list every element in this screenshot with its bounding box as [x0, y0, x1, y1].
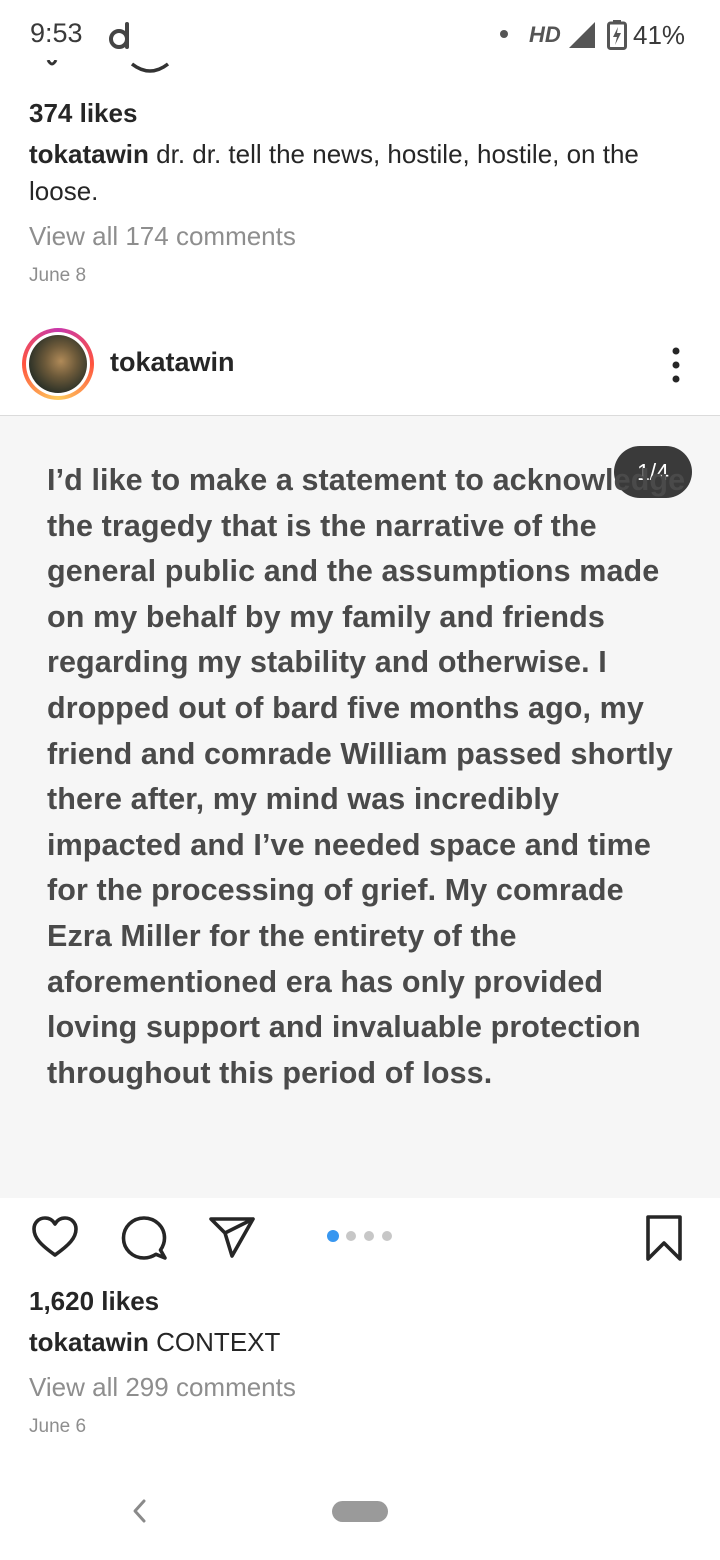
battery-percent: 41% — [633, 20, 686, 50]
comment-icon[interactable] — [120, 1214, 168, 1262]
post-username[interactable]: tokatawin — [110, 347, 235, 378]
post-likes[interactable]: 1,620 likes — [29, 1283, 159, 1320]
carousel-dot-3 — [364, 1231, 374, 1241]
previous-post-action-icons — [46, 60, 170, 73]
carousel-indicator — [327, 1230, 397, 1243]
caption-username[interactable]: tokatawin — [29, 139, 149, 169]
send-icon[interactable] — [208, 1214, 256, 1262]
status-time: 9:53 — [30, 18, 83, 48]
post-caption: tokatawin CONTEXT — [29, 1324, 689, 1361]
back-icon[interactable] — [128, 1495, 152, 1527]
statement-text: I’d like to make a statement to acknowle… — [47, 463, 686, 1090]
caption-text: CONTEXT — [156, 1327, 281, 1357]
bookmark-icon[interactable] — [640, 1214, 688, 1262]
story-ring[interactable] — [22, 328, 94, 400]
battery-icon — [607, 20, 627, 50]
carousel-dot-4 — [382, 1231, 392, 1241]
more-vertical-icon[interactable] — [665, 346, 687, 384]
heart-icon[interactable] — [31, 1214, 79, 1262]
avatar-photo — [29, 335, 87, 393]
previous-post-caption: tokatawin dr. dr. tell the news, hostile… — [29, 136, 689, 210]
previous-view-comments-link[interactable]: View all 174 comments — [29, 218, 296, 255]
signal-icon — [569, 22, 595, 48]
notification-dot — [500, 30, 508, 38]
caption-username[interactable]: tokatawin — [29, 1327, 149, 1357]
carousel-dot-2 — [346, 1231, 356, 1241]
d-app-icon — [109, 22, 129, 49]
view-comments-link[interactable]: View all 299 comments — [29, 1369, 296, 1406]
previous-post-date: June 8 — [29, 265, 87, 286]
avatar[interactable] — [26, 332, 90, 396]
carousel-dot-1 — [327, 1230, 339, 1242]
post-date: June 6 — [29, 1416, 87, 1437]
previous-post-likes[interactable]: 374 likes — [29, 95, 137, 132]
home-pill[interactable] — [332, 1501, 388, 1522]
network-label: HD — [529, 22, 561, 47]
